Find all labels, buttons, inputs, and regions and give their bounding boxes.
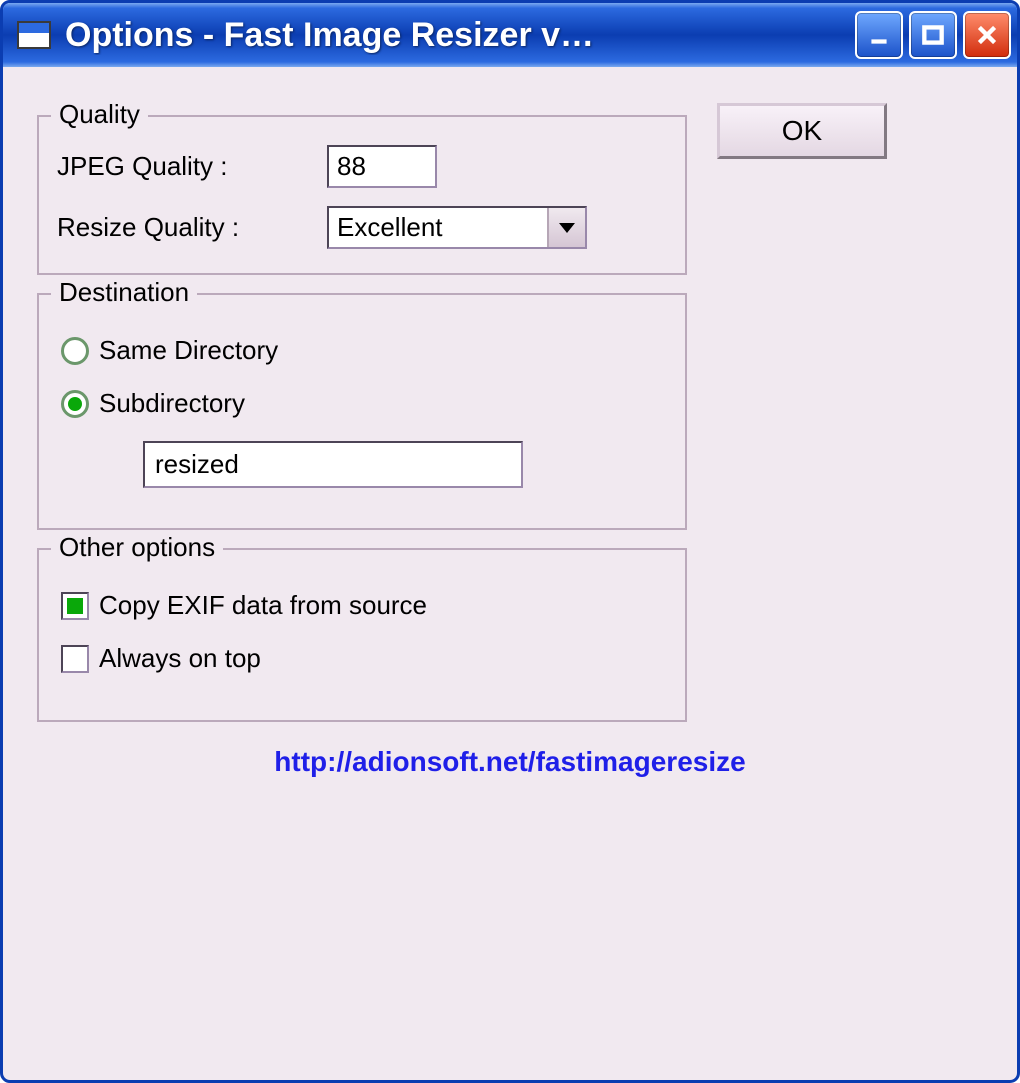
copy-exif-label: Copy EXIF data from source [99, 590, 427, 621]
same-directory-label: Same Directory [99, 335, 278, 366]
radio-checked-icon [61, 390, 89, 418]
app-icon [17, 21, 51, 49]
client-area: Quality JPEG Quality : Resize Quality : … [3, 67, 1017, 1080]
subdirectory-label: Subdirectory [99, 388, 245, 419]
destination-legend: Destination [51, 277, 197, 308]
jpeg-quality-label: JPEG Quality : [57, 151, 327, 182]
resize-quality-value: Excellent [329, 208, 547, 247]
resize-quality-label: Resize Quality : [57, 212, 327, 243]
checkbox-checked-icon [61, 592, 89, 620]
maximize-button[interactable] [909, 11, 957, 59]
destination-group: Destination Same Directory Subdirectory [37, 293, 687, 530]
maximize-icon [920, 22, 946, 48]
same-directory-radio[interactable]: Same Directory [61, 335, 667, 366]
options-window: Options - Fast Image Resizer v… Quality … [0, 0, 1020, 1083]
subdirectory-input[interactable] [143, 441, 523, 488]
radio-icon [61, 337, 89, 365]
minimize-icon [866, 22, 892, 48]
quality-legend: Quality [51, 99, 148, 130]
titlebar: Options - Fast Image Resizer v… [3, 3, 1017, 67]
jpeg-quality-input[interactable] [327, 145, 437, 188]
minimize-button[interactable] [855, 11, 903, 59]
always-on-top-label: Always on top [99, 643, 261, 674]
other-options-group: Other options Copy EXIF data from source… [37, 548, 687, 722]
other-options-legend: Other options [51, 532, 223, 563]
close-button[interactable] [963, 11, 1011, 59]
checkbox-icon [61, 645, 89, 673]
close-icon [974, 22, 1000, 48]
chevron-down-icon[interactable] [547, 208, 585, 247]
window-title: Options - Fast Image Resizer v… [65, 16, 855, 55]
copy-exif-checkbox[interactable]: Copy EXIF data from source [61, 590, 667, 621]
quality-group: Quality JPEG Quality : Resize Quality : … [37, 115, 687, 275]
ok-button[interactable]: OK [717, 103, 887, 159]
footer-link[interactable]: http://adionsoft.net/fastimageresize [37, 746, 983, 778]
always-on-top-checkbox[interactable]: Always on top [61, 643, 667, 674]
subdirectory-radio[interactable]: Subdirectory [61, 388, 667, 419]
resize-quality-select[interactable]: Excellent [327, 206, 587, 249]
